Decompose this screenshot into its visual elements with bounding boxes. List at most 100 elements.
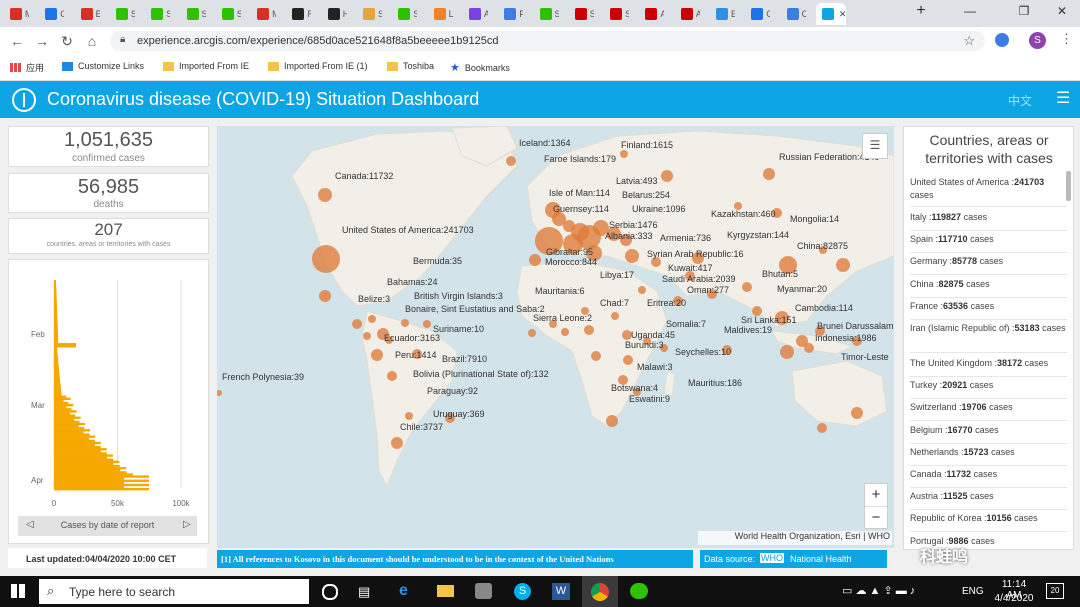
- clock-date[interactable]: 4/4/2020: [994, 593, 1034, 604]
- browser-tab[interactable]: S: [216, 3, 241, 25]
- country-list-item[interactable]: Germany :85778 cases: [910, 255, 1067, 268]
- chrome-taskbar-button[interactable]: [582, 576, 618, 607]
- country-list-item[interactable]: China :82875 cases: [910, 278, 1067, 291]
- case-bubble[interactable]: [368, 315, 376, 323]
- case-bubble[interactable]: [591, 351, 601, 361]
- country-list-item[interactable]: Canada :11732 cases: [910, 468, 1067, 481]
- country-list-item[interactable]: Spain :117710 cases: [910, 233, 1067, 246]
- browser-tab[interactable]: S: [145, 3, 170, 25]
- bookmark-star-icon[interactable]: ☆: [963, 33, 975, 49]
- case-bubble[interactable]: [318, 188, 332, 202]
- browser-tab[interactable]: C: [781, 3, 806, 25]
- new-tab-button[interactable]: +: [911, 2, 931, 19]
- skype-icon[interactable]: S: [514, 583, 531, 600]
- country-list-item[interactable]: Iran (Islamic Republic of) :53183 cases: [910, 322, 1067, 335]
- case-bubble[interactable]: [405, 412, 413, 420]
- case-bubble[interactable]: [506, 156, 516, 166]
- chevron-right-icon[interactable]: ▷: [183, 519, 191, 530]
- notification-icon[interactable]: 20: [1046, 583, 1064, 599]
- case-bubble[interactable]: [606, 415, 618, 427]
- browser-tab[interactable]: S: [110, 3, 135, 25]
- windows-start-icon[interactable]: [11, 584, 25, 598]
- case-bubble[interactable]: [763, 168, 775, 180]
- hamburger-menu-icon[interactable]: ☰: [1056, 91, 1070, 107]
- zoom-out-button[interactable]: −: [865, 507, 887, 528]
- browser-tab[interactable]: H: [322, 3, 347, 25]
- case-bubble[interactable]: [423, 320, 431, 328]
- bookmark-customize-links[interactable]: Customize Links: [62, 61, 144, 71]
- case-bubble[interactable]: [625, 249, 639, 263]
- list-scrollbar[interactable]: [1066, 171, 1071, 201]
- browser-tab[interactable]: S: [534, 3, 559, 25]
- case-bubble[interactable]: [584, 325, 594, 335]
- browser-tab[interactable]: S: [569, 3, 594, 25]
- country-list-item[interactable]: The United Kingdom :38172 cases: [910, 357, 1067, 370]
- country-list-item[interactable]: Belgium :16770 cases: [910, 424, 1067, 437]
- browser-tab[interactable]: R: [286, 3, 311, 25]
- case-bubble[interactable]: [529, 254, 541, 266]
- reload-icon[interactable]: ↻: [58, 32, 76, 50]
- case-bubble[interactable]: [363, 332, 371, 340]
- file-explorer-icon[interactable]: [437, 585, 454, 597]
- close-window-icon[interactable]: ✕: [1052, 4, 1072, 20]
- zoom-in-button[interactable]: +: [865, 484, 887, 507]
- case-bubble[interactable]: [528, 329, 536, 337]
- legend-list-icon[interactable]: ☰: [862, 133, 888, 159]
- country-list-item[interactable]: France :63536 cases: [910, 300, 1067, 313]
- country-list-item[interactable]: Turkey :20921 cases: [910, 379, 1067, 392]
- browser-tab[interactable]: S: [392, 3, 417, 25]
- browser-tab[interactable]: G: [39, 3, 64, 25]
- case-bubble[interactable]: [217, 390, 222, 396]
- maximize-icon[interactable]: ❐: [1014, 4, 1034, 20]
- cortana-icon[interactable]: [322, 584, 338, 600]
- browser-tab[interactable]: L: [428, 3, 453, 25]
- browser-tab[interactable]: S: [181, 3, 206, 25]
- menu-kebab-icon[interactable]: ⋮: [1060, 31, 1073, 47]
- browser-tab[interactable]: M: [251, 3, 276, 25]
- back-icon[interactable]: ←: [8, 32, 26, 50]
- browser-tab[interactable]: M: [4, 3, 29, 25]
- browser-tab[interactable]: S: [357, 3, 382, 25]
- case-bubble[interactable]: [836, 258, 850, 272]
- home-icon[interactable]: ⌂: [83, 32, 101, 50]
- bookmark-imported-ie-1[interactable]: Imported From IE (1): [268, 61, 368, 71]
- case-bubble[interactable]: [817, 423, 827, 433]
- case-bubble[interactable]: [742, 282, 752, 292]
- case-bubble[interactable]: [319, 290, 331, 302]
- wechat-icon[interactable]: [630, 583, 648, 599]
- browser-tab[interactable]: G: [745, 3, 770, 25]
- country-list-item[interactable]: United States of America :241703 cases: [910, 176, 1067, 202]
- address-bar[interactable]: 🔒︎ experience.arcgis.com/experience/685d…: [110, 31, 985, 51]
- country-list-item[interactable]: Switzerland :19706 cases: [910, 401, 1067, 414]
- case-bubble[interactable]: [851, 407, 863, 419]
- case-bubble[interactable]: [371, 349, 383, 361]
- word-icon[interactable]: W: [552, 583, 570, 600]
- case-bubble[interactable]: [638, 286, 646, 294]
- taskbar-search-box[interactable]: ⌕ Type here to search: [39, 579, 309, 604]
- browser-tab[interactable]: A: [675, 3, 700, 25]
- case-bubble[interactable]: [611, 312, 619, 320]
- case-bubble[interactable]: [391, 437, 403, 449]
- case-bubble[interactable]: [352, 319, 362, 329]
- case-bubble[interactable]: [401, 319, 409, 327]
- browser-tab[interactable]: S: [604, 3, 629, 25]
- country-list-item[interactable]: Italy :119827 cases: [910, 211, 1067, 224]
- browser-tab[interactable]: C✕: [815, 3, 847, 25]
- data-source-who-link[interactable]: WHO: [760, 553, 784, 563]
- case-bubble[interactable]: [661, 170, 673, 182]
- world-map[interactable]: Iceland:1364 Finland:1615 Faroe Islands:17…: [217, 126, 894, 548]
- browser-tab[interactable]: E: [75, 3, 100, 25]
- bookmark-imported-ie[interactable]: Imported From IE: [163, 61, 249, 71]
- case-bubble[interactable]: [780, 345, 794, 359]
- case-bubble[interactable]: [804, 343, 814, 353]
- extension-icon[interactable]: [995, 33, 1009, 47]
- input-language[interactable]: ENG: [962, 586, 984, 597]
- case-bubble[interactable]: [312, 245, 340, 273]
- bookmark-bookmarks[interactable]: ★ Bookmarks: [450, 61, 510, 74]
- case-bubble[interactable]: [620, 150, 628, 158]
- case-bubble[interactable]: [623, 355, 633, 365]
- case-bubble[interactable]: [561, 328, 569, 336]
- country-list-item[interactable]: Republic of Korea :10156 cases: [910, 512, 1067, 525]
- browser-tab[interactable]: A: [639, 3, 664, 25]
- close-tab-icon[interactable]: ✕: [839, 9, 847, 20]
